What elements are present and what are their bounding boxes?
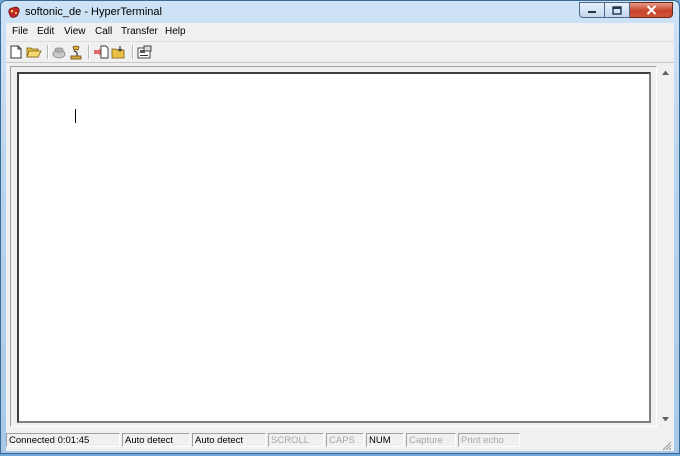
status-print-echo: Print echo [458,433,520,447]
status-num: NUM [366,433,404,447]
status-auto-detect-1: Auto detect [122,433,190,447]
terminal-display[interactable] [17,72,651,423]
maximize-button[interactable] [605,2,630,18]
connect-icon[interactable] [68,44,84,60]
caption-buttons [579,2,673,19]
menu-help[interactable]: Help [165,25,186,38]
minimize-icon [588,11,596,13]
status-capture: Capture [406,433,456,447]
status-bar: Connected 0:01:45 Auto detect Auto detec… [6,431,674,451]
open-icon[interactable] [26,44,42,60]
toolbar [6,42,674,63]
hyperterminal-app-icon[interactable] [7,5,21,19]
menu-view[interactable]: View [64,25,86,38]
scroll-up-arrow-icon[interactable] [661,68,670,77]
toolbar-separator [88,45,90,59]
menu-edit[interactable]: Edit [37,25,54,38]
toolbar-separator [47,45,49,59]
new-icon[interactable] [8,44,24,60]
resize-grip-icon[interactable] [661,438,672,451]
maximize-icon [612,5,622,15]
disconnect-icon[interactable] [51,44,67,60]
hyperterminal-window: softonic_de - HyperTerminal File Edit Vi… [0,0,680,454]
text-cursor [75,109,76,123]
menu-call[interactable]: Call [95,25,112,38]
title-bar[interactable]: softonic_de - HyperTerminal [1,1,679,23]
scroll-down-arrow-icon[interactable] [661,415,670,424]
vertical-scrollbar[interactable] [658,66,673,427]
properties-icon[interactable] [136,44,152,60]
status-connected: Connected 0:01:45 [6,433,120,447]
status-scroll: SCROLL [268,433,324,447]
client-area: File Edit View Call Transfer Help Connec… [6,23,674,451]
minimize-button[interactable] [579,2,605,18]
close-button[interactable] [630,2,673,18]
window-title: softonic_de - HyperTerminal [25,6,162,18]
close-icon [646,5,656,15]
receive-icon[interactable] [111,44,127,60]
toolbar-separator [132,45,134,59]
send-icon[interactable] [93,44,109,60]
status-auto-detect-2: Auto detect [192,433,266,447]
menu-file[interactable]: File [12,25,28,38]
terminal-frame [10,66,657,427]
menu-transfer[interactable]: Transfer [121,25,158,38]
status-caps: CAPS [326,433,364,447]
menu-bar: File Edit View Call Transfer Help [6,23,674,42]
